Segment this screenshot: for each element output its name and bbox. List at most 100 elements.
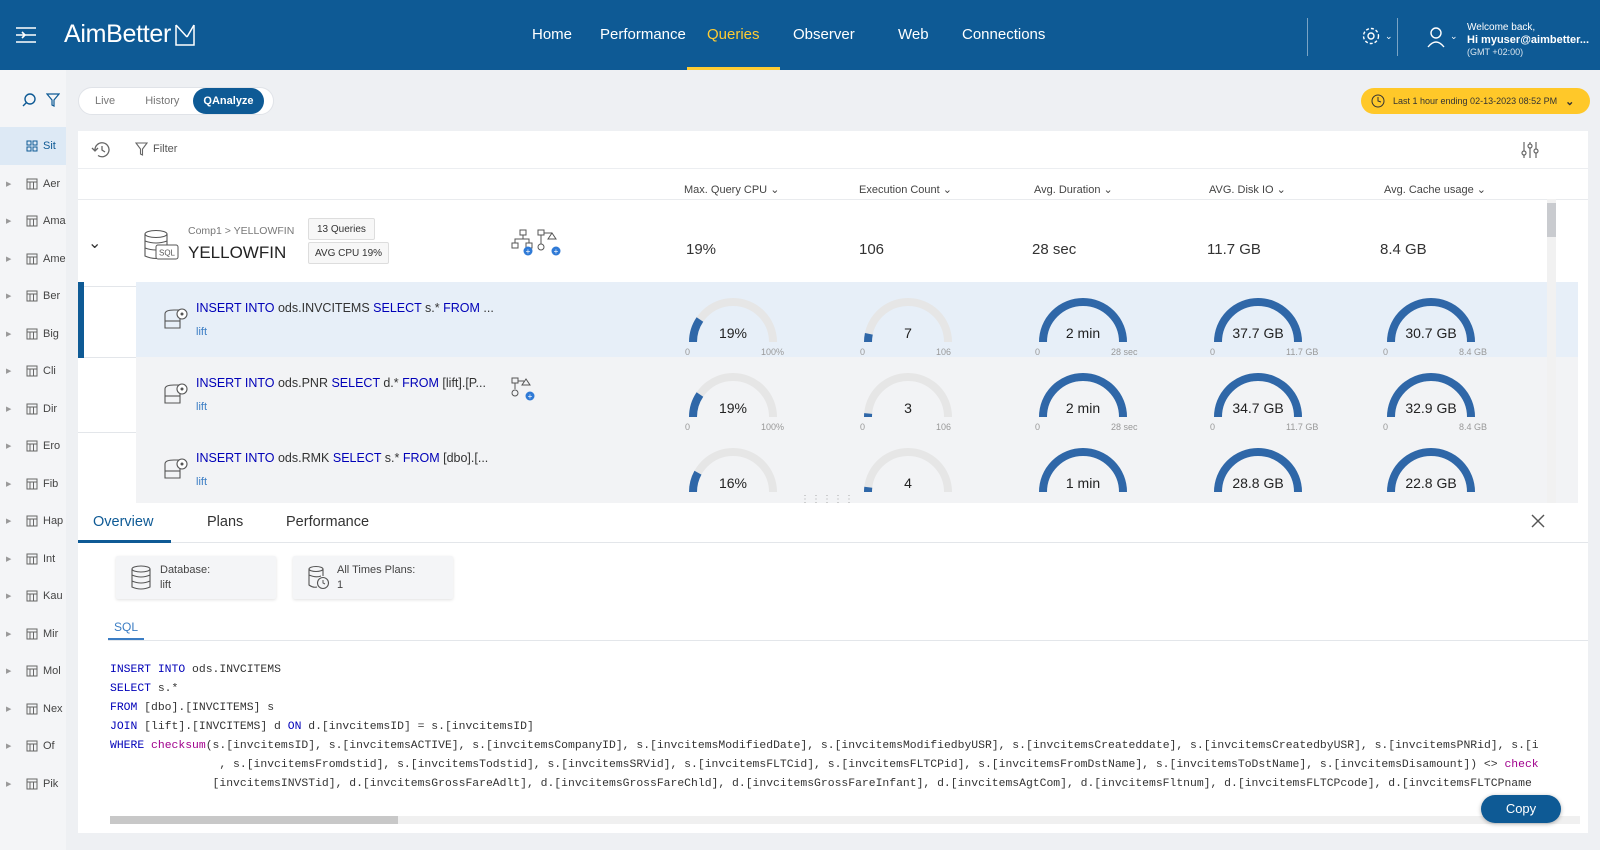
sidebar-item-server[interactable]: ▶ Kau: [0, 577, 66, 615]
query-text-part: SELECT: [331, 376, 380, 390]
nav-connections[interactable]: Connections: [962, 0, 1045, 70]
horizontal-scrollbar[interactable]: [110, 816, 1580, 824]
mode-history[interactable]: History: [131, 88, 193, 114]
collapse-chevron-icon[interactable]: ⌄: [88, 233, 101, 253]
expand-menu-icon[interactable]: [14, 25, 38, 45]
metric-gauge: 28.8 GB: [1208, 442, 1308, 502]
query-text[interactable]: INSERT INTO ods.INVCITEMS SELECT s.* FRO…: [196, 301, 494, 315]
database-group-row[interactable]: ⌄ SQL Comp1 > YELLOWFIN YELLOWFIN 13 Que…: [78, 211, 1578, 287]
history-clock-icon[interactable]: [91, 140, 113, 160]
expand-arrow-icon[interactable]: ▶: [6, 405, 14, 413]
sidebar-item-server[interactable]: ▶ Of: [0, 727, 66, 765]
column-header-avg-duration[interactable]: Avg. Duration: [1034, 183, 1113, 196]
metric-gauge: 19% 0 100%: [683, 292, 784, 357]
tab-performance[interactable]: Performance: [286, 514, 369, 530]
query-row[interactable]: INSERT INTO ods.PNR SELECT d.* FROM [lif…: [78, 357, 1578, 433]
tab-overview[interactable]: Overview: [93, 514, 153, 530]
expand-arrow-icon[interactable]: ▶: [6, 517, 14, 525]
execution-plan-icon[interactable]: +: [510, 377, 536, 405]
execution-plan-icon[interactable]: + +: [510, 229, 562, 257]
gauge-value: 28.8 GB: [1232, 475, 1284, 491]
database-card-label: Database:: [160, 564, 211, 576]
mode-qanalyze[interactable]: QAnalyze: [193, 88, 264, 114]
expand-arrow-icon[interactable]: ▶: [6, 742, 14, 750]
query-row[interactable]: INSERT INTO ods.INVCITEMS SELECT s.* FRO…: [78, 282, 1578, 358]
close-icon[interactable]: [1530, 513, 1546, 529]
expand-arrow-icon[interactable]: ▶: [6, 255, 14, 263]
user-avatar-icon[interactable]: [1426, 26, 1446, 48]
sidebar-item-server[interactable]: ▶ Int: [0, 540, 66, 578]
time-range-selector[interactable]: Last 1 hour ending 02-13-2023 08:52 PM ⌄: [1361, 88, 1590, 114]
server-table-icon: [26, 590, 38, 602]
filter-icon[interactable]: [135, 142, 148, 156]
query-text[interactable]: INSERT INTO ods.RMK SELECT s.* FROM [dbo…: [196, 451, 488, 465]
chevron-down-icon: ⌄: [1565, 95, 1575, 108]
scrollbar-thumb[interactable]: [1547, 203, 1556, 237]
metric-gauge: 34.7 GB 0 11.7 GB: [1208, 367, 1318, 432]
sidebar-item-server[interactable]: ▶ Fib: [0, 465, 66, 503]
row-background: [136, 432, 1578, 507]
copy-button[interactable]: Copy: [1481, 795, 1561, 823]
expand-arrow-icon[interactable]: ▶: [6, 592, 14, 600]
sql-token: , s.[invcitemsFromdstid], s.[invcitemsTo…: [110, 759, 1505, 771]
sidebar-item-server[interactable]: ▶ Mir: [0, 615, 66, 653]
expand-arrow-icon[interactable]: ▶: [6, 180, 14, 188]
sidebar-item-server[interactable]: ▶ Ame: [0, 240, 66, 278]
column-header-avg-disk-io[interactable]: AVG. Disk IO: [1209, 183, 1286, 196]
nav-connections-label: Connections: [962, 26, 1046, 43]
expand-arrow-icon[interactable]: ▶: [6, 555, 14, 563]
tab-plans[interactable]: Plans: [207, 514, 243, 530]
scrollbar-thumb[interactable]: [110, 816, 398, 824]
nav-observer[interactable]: Observer: [793, 0, 855, 70]
expand-arrow-icon[interactable]: ▶: [6, 705, 14, 713]
sidebar-item-server[interactable]: ▶ Pik: [0, 765, 66, 803]
column-header-max-cpu[interactable]: Max. Query CPU: [684, 183, 779, 196]
expand-arrow-icon[interactable]: ▶: [6, 630, 14, 638]
expand-arrow-icon[interactable]: ▶: [6, 480, 14, 488]
sidebar-item-server[interactable]: ▶ Dir: [0, 390, 66, 428]
query-text[interactable]: INSERT INTO ods.PNR SELECT d.* FROM [lif…: [196, 376, 486, 390]
nav-home[interactable]: Home: [532, 0, 572, 70]
filter-icon[interactable]: [46, 93, 60, 107]
query-text-part: s.*: [421, 301, 444, 315]
query-text-part: d.*: [379, 376, 403, 390]
app-logo[interactable]: AimBetter: [64, 20, 197, 49]
expand-arrow-icon[interactable]: ▶: [6, 367, 14, 375]
settings-gear-icon[interactable]: [1361, 26, 1381, 46]
sidebar-item-server[interactable]: ▶ Aer: [0, 165, 66, 203]
search-icon[interactable]: [22, 92, 38, 108]
sidebar-item-server[interactable]: ▶ Ama: [0, 202, 66, 240]
column-header-avg-cache-usage[interactable]: Avg. Cache usage: [1384, 183, 1486, 196]
settings-chevron-down-icon[interactable]: ⌄: [1385, 31, 1393, 42]
sidebar-item-server[interactable]: ▶ Ero: [0, 427, 66, 465]
row-background: [136, 282, 1578, 357]
sidebar-item-server[interactable]: ▶ Ber: [0, 277, 66, 315]
filter-label[interactable]: Filter: [153, 143, 177, 155]
nav-queries[interactable]: Queries: [687, 0, 779, 70]
sidebar-item-server[interactable]: ▶ Mol: [0, 652, 66, 690]
column-header-execution-count[interactable]: Execution Count: [859, 183, 952, 196]
expand-arrow-icon[interactable]: ▶: [6, 330, 14, 338]
expand-arrow-icon[interactable]: ▶: [6, 667, 14, 675]
vertical-scrollbar[interactable]: [1547, 199, 1556, 507]
sql-code-view[interactable]: INSERT INTO ods.INVCITEMS SELECT s.* FROM …: [110, 661, 1588, 801]
expand-arrow-icon[interactable]: ▶: [6, 292, 14, 300]
sidebar-item-server[interactable]: ▶ Hap: [0, 502, 66, 540]
sidebar-item-server[interactable]: ▶ Cli: [0, 352, 66, 390]
sidebar-item-server[interactable]: ▶ Nex: [0, 690, 66, 728]
expand-arrow-icon[interactable]: ▶: [6, 442, 14, 450]
sql-tab[interactable]: SQL: [114, 620, 138, 634]
user-welcome[interactable]: Welcome back, Hi myuser@aimbetter... (GM…: [1467, 22, 1589, 59]
sidebar-item-sites[interactable]: Sit: [0, 127, 66, 165]
sidebar-item-server[interactable]: ▶ Big: [0, 315, 66, 353]
toolbar: Filter: [78, 131, 1588, 169]
sql-line: [invcitemsINVSTid], d.[invcitemsGrossFar…: [110, 775, 1588, 794]
mode-live[interactable]: Live: [79, 88, 131, 114]
user-chevron-down-icon[interactable]: ⌄: [1450, 31, 1458, 42]
gauge-max: 106: [936, 347, 952, 357]
expand-arrow-icon[interactable]: ▶: [6, 217, 14, 225]
nav-performance[interactable]: Performance: [600, 0, 686, 70]
column-settings-sliders-icon[interactable]: [1520, 140, 1540, 160]
expand-arrow-icon[interactable]: ▶: [6, 780, 14, 788]
nav-web[interactable]: Web: [898, 0, 929, 70]
